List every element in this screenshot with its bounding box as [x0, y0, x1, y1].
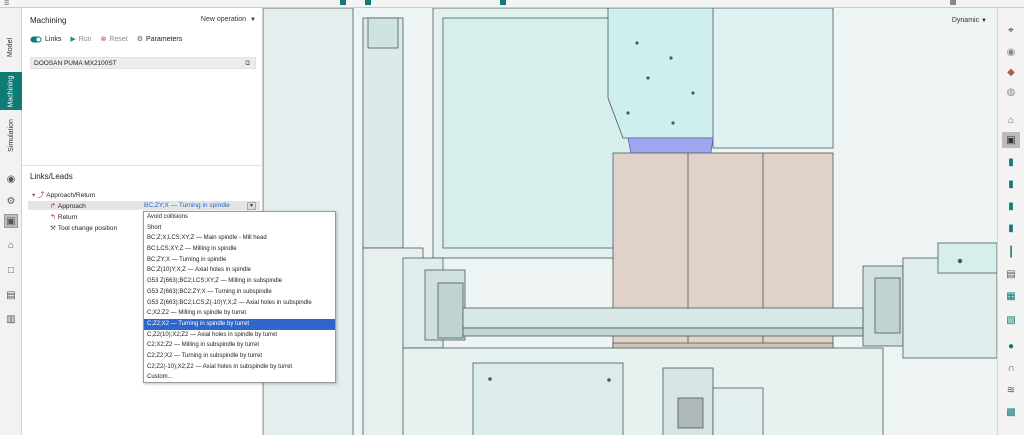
tree-tool-change[interactable]: ⚒ Tool change position	[50, 224, 118, 233]
run-button[interactable]: ▶ Run	[70, 35, 92, 44]
stock-icon[interactable]: □	[4, 263, 18, 277]
new-operation-button[interactable]: New operation ▼	[201, 16, 256, 23]
toolbar-icon[interactable]	[340, 0, 346, 5]
target-icon[interactable]: ⌖	[1002, 22, 1020, 38]
approach-value[interactable]: BC;ZY;X — Turning in spindle	[144, 202, 230, 209]
settings-icon[interactable]	[950, 0, 956, 5]
top-toolbar: ☰	[0, 0, 1024, 8]
dropdown-option[interactable]: BC;Z;X;LCS;XY;Z — Main spindle - Mill he…	[144, 233, 335, 244]
simulation-icon[interactable]: ▦	[1002, 288, 1020, 304]
stock-view-icon[interactable]: ▮	[1002, 198, 1020, 214]
dropdown-option[interactable]: Avoid collisions	[144, 212, 335, 223]
reset-button[interactable]: ⊗ Reset	[100, 35, 128, 44]
reset-label: Reset	[109, 35, 128, 43]
toolbar-icon[interactable]	[500, 0, 506, 5]
tree-approach[interactable]: ↱ Approach	[50, 202, 86, 211]
part-view-icon[interactable]: ▮	[1002, 220, 1020, 236]
chuck-view-icon[interactable]: ▮	[1002, 176, 1020, 192]
menu-icon[interactable]: ☰	[4, 0, 14, 7]
approach-icon: ↱	[50, 203, 56, 210]
dropdown-option[interactable]: C2;X2;Z2 — Milling in subspindle by turr…	[144, 340, 335, 351]
right-toolbar: ⌖ ◉ ◆ ◍ ⌂ ▣ ▮ ▮ ▮ ▮ ┃ ▤ ▦ ▧ ● ∩ ≋ ▩	[997, 8, 1024, 435]
approach-label: Approach	[57, 202, 86, 210]
divider	[22, 165, 263, 166]
parameters-label: Parameters	[146, 35, 183, 43]
tool-icon[interactable]: ⚙	[4, 194, 18, 208]
eye-icon[interactable]: ◉	[1002, 44, 1020, 60]
dropdown-option[interactable]: C;Z2;X2 — Turning in spindle by turret	[144, 318, 335, 330]
tree-return[interactable]: ↰ Return	[50, 213, 78, 222]
machining-toolbar: Links ▶ Run ⊗ Reset ⚙ Parameters	[30, 35, 182, 43]
dropdown-option[interactable]: BC;ZY;X — Turning in spindle	[144, 255, 335, 266]
machine-icon[interactable]: ▤	[4, 288, 18, 302]
view-icon[interactable]: ◍	[1002, 84, 1020, 100]
point-icon[interactable]: ●	[1002, 338, 1020, 354]
dropdown-option[interactable]: Short	[144, 223, 335, 234]
tool-change-icon: ⚒	[50, 225, 56, 232]
spindle-view-icon[interactable]: ▣	[1002, 132, 1020, 148]
tab-machining[interactable]: Machining	[0, 72, 22, 110]
tree-approach-return[interactable]: ▾ ⤴ Approach/Return	[32, 190, 95, 200]
approach-dropdown-list[interactable]: Avoid collisions Short BC;Z;X;LCS;XY;Z — M…	[143, 211, 336, 383]
dropdown-option[interactable]: G53 Z(663);BC2;LCS;XY;Z — Milling in sub…	[144, 276, 335, 287]
dropdown-option[interactable]: C2;Z2(-10);X2;Z2 — Axial holes in subspi…	[144, 362, 335, 373]
tab-simulation[interactable]: Simulation	[0, 114, 22, 156]
chevron-down-icon: ▾	[32, 192, 36, 199]
sidebar-tab-strip: Model Machining Simulation ◉ ⚙ ▣ ⌂ □ ▤ ▥	[0, 8, 22, 435]
curve-icon[interactable]: ∩	[1002, 360, 1020, 376]
workpiece-icon[interactable]: ▣	[4, 214, 18, 228]
links-leads-title: Links/Leads	[30, 172, 73, 181]
dropdown-option[interactable]: BC;LCS;XY;Z — Milling in spindle	[144, 244, 335, 255]
tab-model-label: Model	[7, 37, 15, 57]
view-mode-label: Dynamic	[951, 17, 980, 24]
axis-icon[interactable]: ▧	[1002, 312, 1020, 328]
dropdown-option[interactable]: C2;Z2;X2 — Turning in subspindle by turr…	[144, 351, 335, 362]
part-icon[interactable]: ◆	[1002, 64, 1020, 80]
play-icon: ▶	[70, 36, 76, 43]
machine-view-icon[interactable]: ⌂	[1002, 112, 1020, 128]
report-icon[interactable]: ▥	[4, 312, 18, 326]
toolpath-icon[interactable]: ┃	[1002, 244, 1020, 260]
machine-selector[interactable]: DOOSAN PUMA MX2100ST ⧉	[30, 57, 256, 69]
3d-viewport[interactable]: Dynamic ▼	[263, 8, 997, 435]
gear-icon: ⚙	[136, 36, 144, 43]
dropdown-option[interactable]: Custom...	[144, 372, 335, 383]
links-toggle[interactable]: Links	[30, 36, 61, 43]
new-operation-label: New operation	[200, 16, 247, 23]
machine-name: DOOSAN PUMA MX2100ST	[34, 60, 117, 67]
chevron-down-icon: ▼	[250, 17, 256, 23]
return-icon: ↰	[50, 214, 56, 221]
links-label: Links	[45, 35, 62, 43]
parameters-button[interactable]: ⚙ Parameters	[136, 35, 183, 44]
section-icon[interactable]: ▩	[1002, 404, 1020, 420]
fixture-view-icon[interactable]: ▤	[1002, 266, 1020, 282]
approach-return-label: Approach/Return	[46, 191, 96, 199]
combo-dropdown-button[interactable]: ▼	[247, 202, 256, 210]
dropdown-option[interactable]: BC;Z(10)Y;X;Z — Axial holes in spindle	[144, 265, 335, 276]
dropdown-option[interactable]: G53 Z(663);BC2;ZY;X — Turning in subspin…	[144, 287, 335, 298]
fixture-icon[interactable]: ⌂	[4, 238, 18, 252]
copy-icon[interactable]: ⧉	[245, 58, 250, 69]
toolbar-icon[interactable]	[365, 0, 371, 5]
tab-machining-label: Machining	[7, 75, 15, 107]
toggle-icon	[30, 36, 42, 42]
return-label: Return	[57, 213, 78, 221]
panel-title: Machining	[30, 16, 67, 25]
tool-view-icon[interactable]: ▮	[1002, 154, 1020, 170]
dropdown-option[interactable]: C;X2;Z2 — Milling in spindle by turret	[144, 308, 335, 319]
tool-change-label: Tool change position	[57, 224, 118, 232]
run-label: Run	[78, 35, 92, 43]
reset-icon: ⊗	[100, 36, 107, 43]
view-mode-select[interactable]: Dynamic ▼	[952, 17, 987, 24]
machine-scene	[263, 8, 997, 435]
approach-return-icon: ⤴	[37, 192, 45, 199]
tab-simulation-label: Simulation	[7, 118, 15, 152]
chevron-down-icon: ▼	[981, 18, 987, 24]
operation-icon[interactable]: ◉	[4, 172, 18, 186]
surface-icon[interactable]: ≋	[1002, 382, 1020, 398]
dropdown-option[interactable]: C;Z2(10);X2;Z2 — Axial holes in spindle …	[144, 330, 335, 341]
tab-model[interactable]: Model	[0, 26, 22, 68]
dropdown-option[interactable]: G53 Z(663);BC2;LCS;Z(-10)Y;X;Z — Axial h…	[144, 298, 335, 309]
